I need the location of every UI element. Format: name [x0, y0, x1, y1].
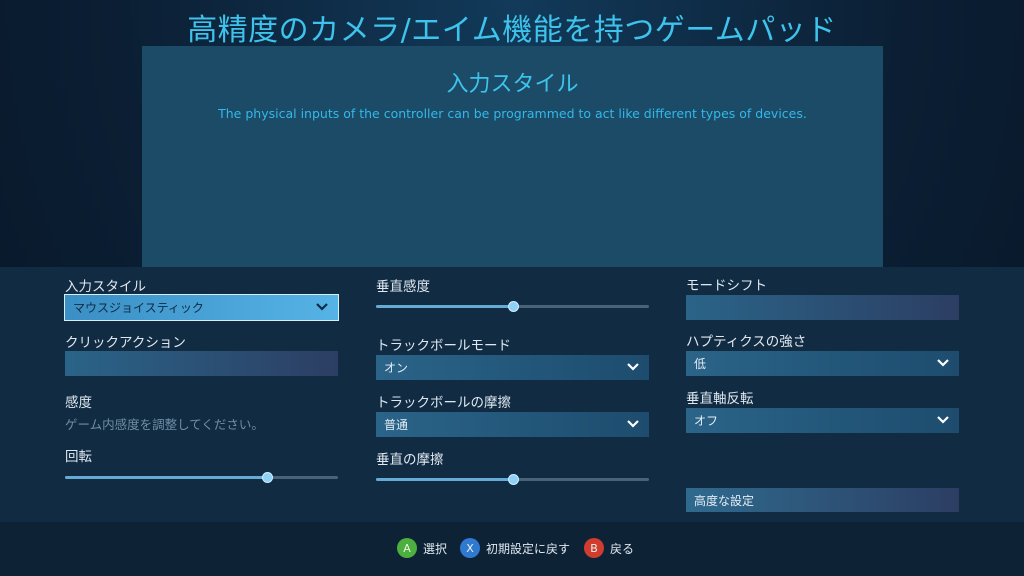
hint-select[interactable]: A 選択 — [397, 538, 447, 558]
trackball-mode-dropdown[interactable]: オン — [376, 355, 649, 380]
chevron-down-icon — [937, 416, 949, 424]
advanced-settings-button[interactable]: 高度な設定 — [686, 488, 959, 512]
info-panel: 入力スタイル The physical inputs of the contro… — [142, 46, 883, 268]
hint-select-label: 選択 — [423, 541, 448, 556]
haptics-strength-label: ハプティクスの強さ — [686, 334, 807, 350]
trackball-mode-label: トラックボールモード — [376, 338, 511, 354]
trackball-friction-label: トラックボールの摩擦 — [376, 395, 511, 411]
slider-fill — [376, 478, 513, 481]
input-style-label: 入力スタイル — [65, 279, 146, 295]
b-button-icon: B — [584, 538, 604, 558]
haptics-strength-dropdown[interactable]: 低 — [686, 351, 959, 376]
rotation-label: 回転 — [65, 449, 92, 465]
invert-vertical-dropdown[interactable]: オフ — [686, 408, 959, 433]
a-button-icon: A — [397, 538, 417, 558]
vertical-friction-slider[interactable] — [376, 473, 649, 485]
slider-handle[interactable] — [507, 301, 519, 312]
slider-handle[interactable] — [507, 474, 519, 485]
info-panel-title: 入力スタイル — [446, 72, 579, 97]
input-style-dropdown[interactable]: マウスジョイスティック — [64, 294, 339, 321]
slider-handle[interactable] — [262, 472, 274, 483]
chevron-down-icon — [627, 363, 639, 371]
hint-reset-label: 初期設定に戻す — [486, 541, 571, 556]
chevron-down-icon — [937, 359, 949, 367]
info-panel-description: The physical inputs of the controller ca… — [218, 106, 807, 121]
advanced-settings-label: 高度な設定 — [694, 493, 755, 508]
hint-reset-defaults[interactable]: X 初期設定に戻す — [460, 538, 570, 558]
page-title: 高精度のカメラ/エイム機能を持つゲームパッド — [187, 13, 837, 48]
haptics-strength-value: 低 — [694, 357, 707, 371]
trackball-friction-dropdown[interactable]: 普通 — [376, 412, 649, 437]
input-style-value: マウスジョイスティック — [73, 301, 204, 315]
hint-back[interactable]: B 戻る — [584, 538, 634, 558]
hint-back-label: 戻る — [610, 541, 635, 556]
x-button-glyph: X — [466, 541, 474, 555]
vertical-friction-label: 垂直の摩擦 — [376, 452, 444, 468]
trackball-mode-value: オン — [384, 361, 409, 375]
x-button-icon: X — [460, 538, 480, 558]
chevron-down-icon — [316, 303, 328, 311]
invert-vertical-value: オフ — [694, 414, 719, 428]
b-button-glyph: B — [590, 541, 598, 555]
vertical-sensitivity-label: 垂直感度 — [376, 279, 430, 295]
rotation-slider[interactable] — [65, 471, 338, 483]
a-button-glyph: A — [403, 541, 411, 555]
vertical-sensitivity-slider[interactable] — [376, 300, 649, 312]
mode-shift-label: モードシフト — [686, 278, 767, 294]
chevron-down-icon — [627, 420, 639, 428]
invert-vertical-label: 垂直軸反転 — [686, 391, 754, 407]
slider-fill — [376, 305, 513, 308]
click-action-label: クリックアクション — [65, 335, 186, 351]
mode-shift-field[interactable] — [686, 295, 959, 320]
sensitivity-label: 感度 — [65, 395, 92, 411]
sensitivity-hint: ゲーム内感度を調整してください。 — [65, 417, 264, 432]
click-action-field[interactable] — [65, 351, 338, 376]
slider-fill — [65, 476, 268, 479]
trackball-friction-value: 普通 — [384, 418, 409, 432]
